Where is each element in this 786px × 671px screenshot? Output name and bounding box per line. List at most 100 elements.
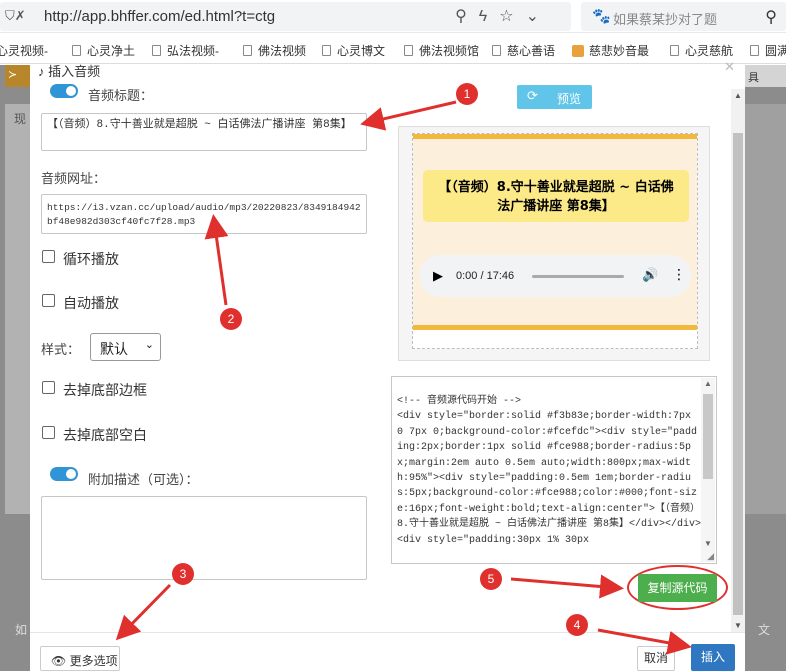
dialog-scrollbar[interactable]: ▲ ▼ xyxy=(731,89,745,632)
loop-checkbox[interactable] xyxy=(42,250,55,263)
bookmark-item[interactable]: 心灵净土 xyxy=(72,42,135,59)
bookmark-label: 慈心善语 xyxy=(507,44,556,58)
code-scrollbar[interactable]: ▲ ▼ xyxy=(701,378,715,562)
zoom-icon[interactable]: ⚲ xyxy=(455,8,479,25)
bookmark-label: 佛法视频 xyxy=(258,44,307,58)
page-icon xyxy=(750,45,759,56)
annotation-marker: 5 xyxy=(480,568,502,590)
bookmark-item[interactable]: 佛法视频 xyxy=(243,42,306,59)
player-time: 0:00 / 17:46 xyxy=(456,270,515,282)
music-note-icon: ♪ xyxy=(38,64,49,79)
star-icon[interactable]: ☆ xyxy=(499,8,525,25)
scroll-up-icon[interactable]: ▲ xyxy=(734,91,742,100)
page-icon xyxy=(404,45,413,56)
scroll-up-icon[interactable]: ▲ xyxy=(704,379,712,388)
audio-player[interactable]: ▶ 0:00 / 17:46 🔊 ⋮ xyxy=(419,255,691,297)
remove-border-checkbox[interactable] xyxy=(42,381,55,394)
chevron-down-icon: ⌄ xyxy=(144,339,154,351)
scroll-down-icon[interactable]: ▼ xyxy=(704,539,712,548)
bookmark-label: 心灵博文 xyxy=(337,44,386,58)
page-icon xyxy=(243,45,252,56)
preview-card: 【（音频）8.守十善业就是超脱 ~ 白话佛法广播讲座 第8集】 ▶ 0:00 /… xyxy=(413,134,697,330)
background-panel-right xyxy=(745,104,786,514)
search-icon[interactable]: ⚲ xyxy=(765,7,777,27)
annotation-marker: 3 xyxy=(172,563,194,585)
source-code-text[interactable]: <!-- 音频源代码开始 --> <div style="border:soli… xyxy=(397,394,703,548)
background-button: ≻ xyxy=(5,65,30,87)
style-select[interactable]: 默认 ⌄ xyxy=(90,333,161,361)
browser-search[interactable]: 🐾 如果蔡某抄对了题 ⚲ xyxy=(581,2,786,31)
dialog-title-text: 插入音频 xyxy=(48,64,101,79)
autoplay-checkbox[interactable] xyxy=(42,294,55,307)
loop-label[interactable]: 循环播放 xyxy=(63,249,119,269)
more-options-label: 更多选项 xyxy=(69,654,118,668)
code-scroll-thumb[interactable] xyxy=(703,394,713,479)
extra-desc-toggle[interactable] xyxy=(50,467,78,481)
more-options-button[interactable]: 👁 更多选项 xyxy=(40,646,120,671)
page-icon xyxy=(152,45,161,56)
dialog-title: ♪ 插入音频 xyxy=(38,61,100,80)
preview-title: 【（音频）8.守十善业就是超脱 ~ 白话佛法广播讲座 第8集】 xyxy=(423,170,689,222)
url-text[interactable]: http://app.bhffer.com/ed.html?t=ctg xyxy=(44,8,275,25)
bookmark-label: 佛法视频馆 xyxy=(419,44,480,58)
shield-icon[interactable]: ⛉✗ xyxy=(5,8,26,24)
audio-title-input[interactable]: 【（音频）8.守十善业就是超脱 ~ 白话佛法广播讲座 第8集】 xyxy=(41,113,367,151)
bookmark-item[interactable]: 圆满 xyxy=(750,42,786,59)
bookmark-item[interactable]: 心灵视频- xyxy=(0,42,48,59)
background-text: 文 xyxy=(758,623,771,637)
bookmark-item[interactable]: 心灵慈航 xyxy=(670,42,733,59)
remove-space-label[interactable]: 去掉底部空白 xyxy=(63,425,147,445)
bookmark-label: 心灵视频- xyxy=(0,44,48,58)
bookmarks-bar: 心灵视频- 心灵净土 弘法视频- 佛法视频 心灵博文 佛法视频馆 慈心善语 慈悲… xyxy=(0,34,786,64)
address-bar[interactable]: ⛉✗ http://app.bhffer.com/ed.html?t=ctg ⚲… xyxy=(0,2,571,31)
audio-title-toggle[interactable] xyxy=(50,84,78,98)
source-code-box[interactable]: <!-- 音频源代码开始 --> <div style="border:soli… xyxy=(391,376,717,564)
extra-desc-input[interactable] xyxy=(41,496,367,580)
bookmark-label: 慈悲妙音最 xyxy=(589,44,650,58)
bookmark-label: 圆满 xyxy=(765,44,786,58)
image-icon xyxy=(572,45,584,57)
paw-icon: 🐾 xyxy=(592,8,611,25)
annotation-marker: 2 xyxy=(220,308,242,330)
page-icon xyxy=(492,45,501,56)
bookmark-label: 弘法视频- xyxy=(167,44,219,58)
close-icon[interactable]: ✕ xyxy=(724,59,735,75)
search-placeholder[interactable]: 如果蔡某抄对了题 xyxy=(613,9,717,28)
resize-handle-icon[interactable]: ◢ xyxy=(707,551,714,562)
browser-toolbar: ⛉✗ http://app.bhffer.com/ed.html?t=ctg ⚲… xyxy=(0,0,786,33)
extra-desc-label: 附加描述（可选）： xyxy=(88,472,199,487)
audio-url-input[interactable]: https://i3.vzan.cc/upload/audio/mp3/2022… xyxy=(41,194,367,234)
bookmark-item[interactable]: 慈心善语 xyxy=(492,42,555,59)
background-text: 如 xyxy=(15,623,28,637)
progress-track[interactable] xyxy=(532,275,624,278)
dialog-scroll-thumb[interactable] xyxy=(733,133,743,615)
insert-button[interactable]: 插入 xyxy=(691,644,735,671)
page-icon xyxy=(72,45,81,56)
bookmark-item[interactable]: 佛法视频馆 xyxy=(404,42,479,59)
scroll-down-icon[interactable]: ▼ xyxy=(734,621,742,630)
volume-icon[interactable]: 🔊 xyxy=(642,267,658,283)
background-text: 现 xyxy=(14,112,27,126)
bookmark-item[interactable]: 心灵博文 xyxy=(322,42,385,59)
autoplay-label[interactable]: 自动播放 xyxy=(63,293,119,313)
refresh-icon: ⟳ xyxy=(527,88,538,103)
preview-area: 【（音频）8.守十善业就是超脱 ~ 白话佛法广播讲座 第8集】 ▶ 0:00 /… xyxy=(398,126,710,361)
eye-icon: 👁 xyxy=(51,654,70,668)
cancel-button[interactable]: 取消 xyxy=(637,646,675,671)
insert-audio-dialog: ♪ 插入音频 ✕ 音频标题： 【（音频）8.守十善业就是超脱 ~ 白话佛法广播讲… xyxy=(30,59,745,671)
chevron-down-icon[interactable]: ⌄ xyxy=(526,8,551,25)
bookmark-label: 心灵慈航 xyxy=(685,44,734,58)
bookmark-item[interactable]: 弘法视频- xyxy=(152,42,219,59)
more-options-icon[interactable]: ⋮ xyxy=(672,266,686,283)
copy-source-button[interactable]: 复制源代码 xyxy=(638,574,717,602)
play-icon[interactable]: ▶ xyxy=(433,268,443,284)
preview-button[interactable]: ⟳ 预览 xyxy=(517,85,592,109)
bookmark-item[interactable]: 慈悲妙音最 xyxy=(572,42,649,59)
lightning-icon[interactable]: ϟ xyxy=(479,8,499,25)
audio-title-label: 音频标题： xyxy=(88,88,154,103)
remove-border-label[interactable]: 去掉底部边框 xyxy=(63,380,147,400)
background-panel xyxy=(5,104,30,514)
background-tool-button: 具 xyxy=(745,65,786,87)
page-icon xyxy=(322,45,331,56)
remove-space-checkbox[interactable] xyxy=(42,426,55,439)
